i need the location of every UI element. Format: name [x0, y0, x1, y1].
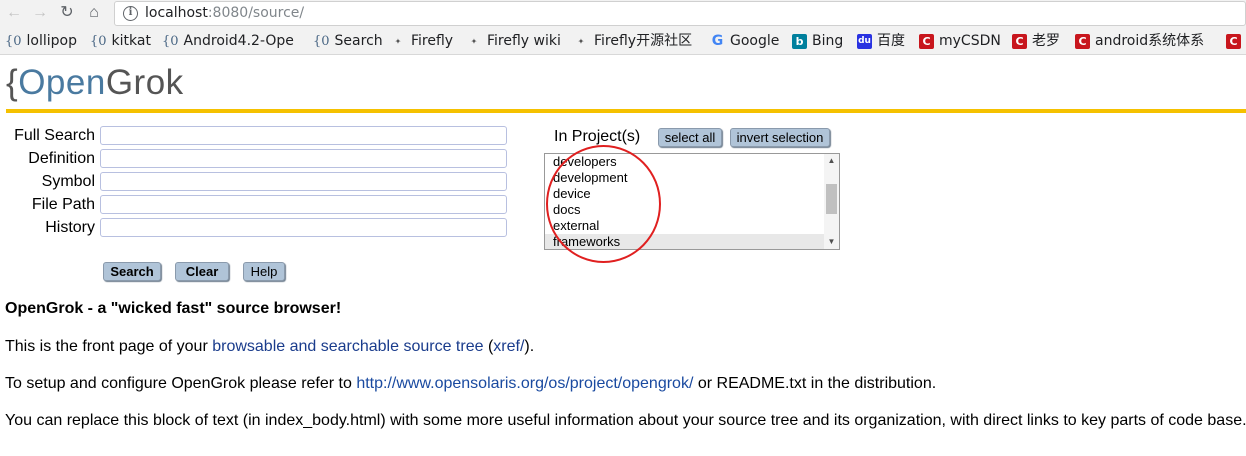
bing-icon: b	[792, 33, 807, 49]
source-tree-link[interactable]: browsable and searchable source tree	[212, 338, 483, 355]
symbol-input[interactable]	[100, 172, 507, 191]
full-search-input[interactable]	[100, 126, 507, 145]
bookmark-overflow[interactable]: C	[1226, 31, 1246, 51]
bookmark-firefly-community[interactable]: ✦ Firefly开源社区	[573, 31, 692, 51]
bookmark-bing[interactable]: b Bing	[792, 31, 843, 51]
help-button[interactable]: Help	[243, 262, 285, 281]
bookmark-kitkat[interactable]: {0 kitkat	[90, 31, 151, 51]
project-option[interactable]: development	[545, 170, 824, 186]
csdn-icon: C	[1075, 33, 1090, 49]
google-icon: G	[711, 32, 724, 49]
opengrok-icon: {0	[5, 33, 22, 49]
history-input[interactable]	[100, 218, 507, 237]
address-bar[interactable]: i localhost:8080/source/	[114, 1, 1246, 26]
opengrok-logo[interactable]: {OpenGrok	[6, 63, 184, 103]
definition-label: Definition	[28, 150, 95, 167]
project-option[interactable]: external	[545, 218, 824, 234]
bookmark-laoluo[interactable]: C 老罗	[1012, 31, 1060, 51]
tagline: OpenGrok - a "wicked fast" source browse…	[5, 300, 342, 317]
project-option[interactable]: device	[545, 186, 824, 202]
opengrok-icon: {0	[313, 33, 330, 49]
firefly-icon: ✦	[470, 36, 478, 46]
opensolaris-link[interactable]: http://www.opensolaris.org/os/project/op…	[356, 375, 693, 392]
project-list-scrollbar[interactable]: ▲ ▼	[824, 154, 839, 249]
firefly-icon: ✦	[577, 36, 585, 46]
bookmark-mycsdn[interactable]: CmyCSDN	[919, 31, 1001, 51]
bookmarks-bar: {0 lollipop {0 kitkat {0 Android4.2-Ope {0 S…	[0, 27, 1246, 55]
definition-input[interactable]	[100, 149, 507, 168]
bookmark-firefly[interactable]: ✦ Firefly	[390, 31, 453, 51]
project-option[interactable]: docs	[545, 202, 824, 218]
opengrok-icon: {0	[90, 33, 107, 49]
csdn-icon: C	[919, 33, 934, 49]
header-rule	[6, 109, 1246, 113]
scroll-thumb[interactable]	[826, 184, 837, 214]
in-projects-label: In Project(s)	[554, 128, 641, 145]
project-select-list[interactable]: developers development device docs exter…	[544, 153, 840, 250]
bookmark-android-system[interactable]: Candroid系统体系	[1075, 31, 1217, 51]
select-all-button[interactable]: select all	[658, 128, 722, 147]
bookmark-google[interactable]: G Google	[710, 31, 780, 51]
opengrok-icon: {0	[162, 33, 179, 49]
symbol-label: Symbol	[41, 173, 95, 190]
file-path-label: File Path	[31, 196, 95, 213]
scroll-down-icon[interactable]: ▼	[824, 235, 839, 249]
bookmark-lollipop[interactable]: {0 lollipop	[5, 31, 77, 51]
bookmark-firefly-wiki[interactable]: ✦ Firefly wiki	[466, 31, 561, 51]
full-search-label: Full Search	[14, 127, 95, 144]
reload-icon[interactable]: ↻	[57, 3, 77, 23]
history-label: History	[45, 219, 95, 236]
csdn-icon: C	[1012, 33, 1027, 49]
bookmark-search[interactable]: {0 Search	[313, 31, 383, 51]
intro-paragraph: This is the front page of your browsable…	[5, 338, 535, 355]
info-icon[interactable]: i	[123, 6, 138, 21]
bookmark-android42[interactable]: {0 Android4.2-Ope	[162, 31, 302, 51]
scroll-up-icon[interactable]: ▲	[824, 154, 839, 168]
url-text: localhost:8080/source/	[145, 5, 305, 21]
firefly-icon: ✦	[394, 36, 402, 46]
search-button[interactable]: Search	[103, 262, 161, 281]
project-option[interactable]: developers	[545, 154, 824, 170]
forward-arrow-icon[interactable]: →	[30, 3, 50, 23]
home-icon[interactable]: ⌂	[84, 3, 104, 23]
file-path-input[interactable]	[100, 195, 507, 214]
back-arrow-icon[interactable]: ←	[4, 3, 24, 23]
xref-link[interactable]: xref/	[493, 338, 524, 355]
csdn-icon: C	[1226, 33, 1241, 49]
replace-paragraph: You can replace this block of text (in i…	[5, 412, 1246, 429]
browser-toolbar: ← → ↻ ⌂ i localhost:8080/source/	[0, 0, 1246, 27]
invert-selection-button[interactable]: invert selection	[730, 128, 830, 147]
bookmark-baidu[interactable]: du 百度	[857, 31, 905, 51]
baidu-icon: du	[857, 33, 872, 49]
clear-button[interactable]: Clear	[175, 262, 229, 281]
project-option-selected[interactable]: frameworks	[545, 234, 824, 249]
setup-paragraph: To setup and configure OpenGrok please r…	[5, 375, 937, 392]
